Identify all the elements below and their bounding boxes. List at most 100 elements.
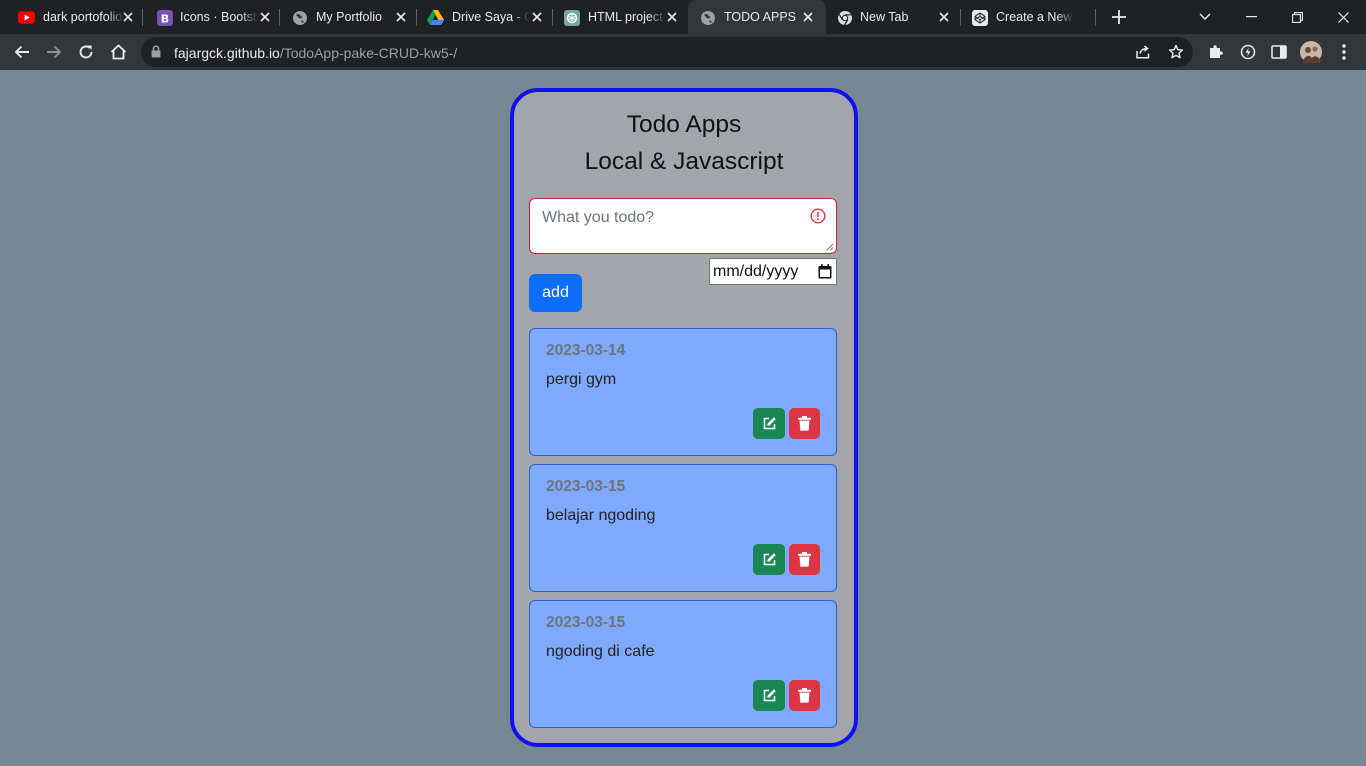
back-button[interactable] [11, 41, 33, 63]
chatgpt-icon [563, 9, 580, 26]
close-icon[interactable] [393, 9, 409, 25]
puzzle-icon [1210, 45, 1223, 58]
edit-button[interactable] [753, 680, 785, 711]
delete-button[interactable] [789, 680, 820, 711]
star-icon [1168, 44, 1184, 59]
close-icon[interactable] [120, 9, 136, 25]
minimize-icon [1245, 16, 1257, 18]
url-text[interactable]: fajargck.github.io/TodoApp-pake-CRUD-kw5… [174, 45, 457, 61]
trash-icon [798, 416, 811, 431]
tab-dark-portfolio[interactable]: dark portofolio [0, 0, 143, 34]
arrow-right-icon [47, 45, 62, 59]
close-icon[interactable] [664, 9, 680, 25]
bootstrap-icon: B [156, 9, 173, 26]
avatar [1300, 41, 1322, 63]
delete-button[interactable] [789, 408, 820, 439]
tab-my-portfolio[interactable]: My Portfolio [280, 0, 417, 34]
tab-title: Drive Saya - Google Drive [452, 10, 530, 24]
invalid-icon [810, 208, 826, 224]
chrome-icon [836, 9, 853, 26]
minimize-button[interactable] [1240, 6, 1262, 28]
tab-search-button[interactable] [1194, 6, 1216, 28]
todo-item: 2023-03-14 pergi gym [529, 328, 837, 456]
tab-strip: dark portofolio B Icons · Bootstrap My P… [0, 0, 1366, 34]
date-placeholder: mm/dd/yyyy [713, 263, 799, 280]
menu-button[interactable] [1333, 41, 1355, 63]
bookmark-button[interactable] [1166, 42, 1186, 62]
app-subtitle: Local & Javascript [584, 148, 784, 175]
home-button[interactable] [107, 41, 129, 63]
add-button[interactable]: add [529, 274, 582, 312]
chevron-down-icon [1199, 13, 1211, 20]
side-panel-button[interactable] [1268, 41, 1290, 63]
tab-html-project[interactable]: HTML project [553, 0, 688, 34]
close-icon[interactable] [529, 9, 545, 25]
reload-button[interactable] [75, 41, 97, 63]
new-tab-button[interactable] [1109, 7, 1129, 27]
tab-google-drive[interactable]: Drive Saya - Google Drive [417, 0, 553, 34]
browser-toolbar: fajargck.github.io/TodoApp-pake-CRUD-kw5… [0, 34, 1366, 70]
performance-button[interactable] [1237, 41, 1259, 63]
edit-button[interactable] [753, 544, 785, 575]
share-button[interactable] [1133, 42, 1153, 62]
reload-icon [79, 45, 93, 59]
extensions-button[interactable] [1205, 41, 1227, 63]
tab-title: Create a New [996, 10, 1073, 24]
plus-icon [1112, 10, 1126, 24]
todo-date: 2023-03-15 [546, 614, 626, 631]
tab-todo-apps[interactable]: TODO APPS [688, 0, 826, 34]
calendar-icon[interactable] [818, 264, 832, 279]
speed-icon [1240, 44, 1256, 60]
todo-text: pergi gym [546, 371, 617, 388]
close-icon[interactable] [257, 9, 273, 25]
tab-title: dark portofolio [43, 10, 123, 24]
todo-item: 2023-03-15 belajar ngoding [529, 464, 837, 592]
close-window-button[interactable] [1332, 6, 1354, 28]
forward-button[interactable] [43, 41, 65, 63]
globe-icon [699, 9, 716, 26]
todo-text: belajar ngoding [546, 507, 656, 524]
tab-title: TODO APPS [724, 10, 797, 24]
todo-textarea[interactable]: What you todo? [529, 198, 837, 254]
more-vertical-icon [1342, 44, 1346, 60]
url-host: fajargck.github.io [174, 45, 280, 61]
edit-icon [763, 689, 776, 702]
tab-codepen[interactable]: Create a New [961, 0, 1096, 34]
trash-icon [798, 552, 811, 567]
todo-text: ngoding di cafe [546, 643, 655, 660]
resize-handle-icon[interactable] [826, 243, 834, 251]
svg-text:B: B [160, 12, 168, 25]
home-icon [110, 44, 126, 60]
todo-item: 2023-03-15 ngoding di cafe [529, 600, 837, 728]
share-icon [1136, 45, 1150, 59]
close-icon[interactable] [800, 9, 816, 25]
tab-title: My Portfolio [316, 10, 382, 24]
todo-placeholder: What you todo? [542, 209, 655, 226]
tab-title: Icons · Bootstrap [180, 10, 258, 24]
google-drive-icon [427, 9, 444, 26]
side-panel-icon [1271, 45, 1287, 59]
todo-date: 2023-03-14 [546, 342, 626, 359]
date-input[interactable]: mm/dd/yyyy [709, 258, 837, 285]
close-icon [1337, 11, 1349, 23]
tab-bootstrap-icons[interactable]: B Icons · Bootstrap [143, 0, 280, 34]
edit-icon [763, 417, 776, 430]
restore-button[interactable] [1286, 6, 1308, 28]
todo-card: Todo Apps Local & Javascript What you to… [510, 88, 858, 747]
trash-icon [798, 688, 811, 703]
close-icon[interactable] [936, 9, 952, 25]
arrow-left-icon [14, 45, 29, 59]
youtube-icon [18, 9, 35, 26]
lock-icon [151, 45, 161, 58]
todo-date: 2023-03-15 [546, 478, 626, 495]
url-path: /TodoApp-pake-CRUD-kw5-/ [279, 45, 458, 61]
restore-icon [1291, 11, 1303, 23]
tab-title: HTML project [588, 10, 663, 24]
globe-icon [291, 9, 308, 26]
delete-button[interactable] [789, 544, 820, 575]
codepen-icon [971, 9, 988, 26]
tab-new-tab[interactable]: New Tab [826, 0, 961, 34]
edit-button[interactable] [753, 408, 785, 439]
address-bar[interactable]: fajargck.github.io/TodoApp-pake-CRUD-kw5… [141, 37, 1193, 67]
profile-button[interactable] [1300, 41, 1322, 63]
